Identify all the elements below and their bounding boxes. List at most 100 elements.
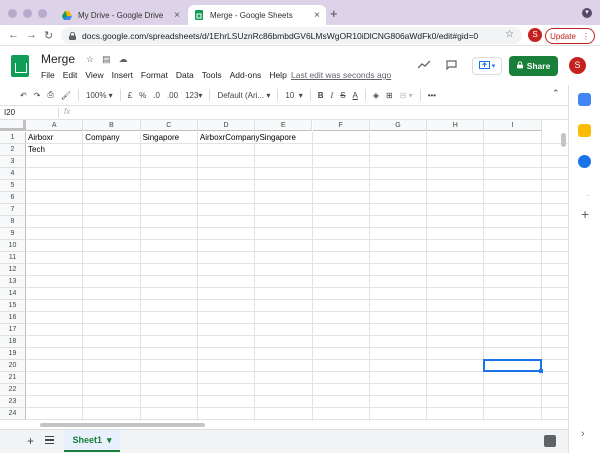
row-header-22[interactable]: 22: [0, 384, 26, 396]
cell-a1[interactable]: Airboxr: [26, 132, 53, 144]
name-box[interactable]: I20: [4, 108, 15, 117]
chevron-down-icon[interactable]: ▾: [107, 435, 112, 446]
currency-format-button[interactable]: £: [128, 91, 132, 100]
row-header-11[interactable]: 11: [0, 252, 26, 264]
text-color-button[interactable]: A: [353, 91, 358, 100]
row-header-3[interactable]: 3: [0, 156, 26, 168]
bold-button[interactable]: B: [318, 91, 324, 100]
selected-cell[interactable]: [483, 359, 543, 373]
sheets-logo-icon[interactable]: [11, 55, 29, 77]
scroll-thumb[interactable]: [561, 133, 566, 147]
row-header-24[interactable]: 24: [0, 408, 26, 420]
star-icon[interactable]: ☆: [86, 54, 94, 65]
row-header-10[interactable]: 10: [0, 240, 26, 252]
row-header-23[interactable]: 23: [0, 396, 26, 408]
update-button[interactable]: Update ⋮: [545, 28, 595, 44]
keep-icon[interactable]: [578, 124, 591, 137]
cell-d1[interactable]: AirboxrCompanySingapore: [198, 132, 296, 144]
spreadsheet-grid[interactable]: A B C D E F G H I 1 2 3 4 5 6 7 8 9 10 11 12 13 14 15 16 17 18 19 20…: [0, 120, 568, 421]
close-window-button[interactable]: [8, 9, 17, 18]
menu-edit[interactable]: Edit: [63, 70, 78, 80]
last-edit-link[interactable]: Last edit was seconds ago: [291, 70, 391, 80]
formula-input[interactable]: [80, 107, 560, 118]
row-header-13[interactable]: 13: [0, 276, 26, 288]
scroll-thumb[interactable]: [40, 423, 205, 427]
select-all-corner[interactable]: [0, 120, 26, 131]
bookmark-star-icon[interactable]: ☆: [505, 29, 514, 40]
row-header-5[interactable]: 5: [0, 180, 26, 192]
print-icon[interactable]: ⎙: [47, 90, 53, 100]
cell-a2[interactable]: Tech: [26, 144, 45, 156]
row-header-8[interactable]: 8: [0, 216, 26, 228]
back-icon[interactable]: ←: [8, 29, 19, 41]
vertical-scrollbar[interactable]: [560, 131, 568, 419]
column-header-b[interactable]: B: [83, 120, 141, 131]
row-header-7[interactable]: 7: [0, 204, 26, 216]
borders-icon[interactable]: ⊞: [386, 91, 393, 100]
menu-data[interactable]: Data: [176, 70, 194, 80]
column-header-d[interactable]: D: [197, 120, 256, 131]
font-size-select[interactable]: 10 ▾: [285, 91, 302, 100]
column-header-i[interactable]: I: [484, 120, 542, 131]
more-formats-select[interactable]: 123▾: [185, 91, 202, 100]
menu-view[interactable]: View: [85, 70, 103, 80]
add-sheet-icon[interactable]: +: [27, 434, 34, 448]
sheet-tab[interactable]: Sheet1 ▾: [64, 430, 120, 452]
row-header-16[interactable]: 16: [0, 312, 26, 324]
row-header-15[interactable]: 15: [0, 300, 26, 312]
browser-tab-drive[interactable]: My Drive - Google Drive ×: [56, 5, 186, 25]
redo-icon[interactable]: ↷: [34, 91, 41, 100]
percent-format-button[interactable]: %: [139, 91, 146, 100]
menu-file[interactable]: File: [41, 70, 55, 80]
address-bar[interactable]: docs.google.com/spreadsheets/d/1EhrLSUzn…: [61, 27, 522, 44]
collapse-toolbar-icon[interactable]: ⌃: [552, 88, 560, 99]
calendar-icon[interactable]: [578, 93, 591, 106]
menu-insert[interactable]: Insert: [112, 70, 133, 80]
row-header-19[interactable]: 19: [0, 348, 26, 360]
profile-avatar[interactable]: S: [528, 28, 542, 42]
column-header-f[interactable]: F: [312, 120, 370, 131]
menu-addons[interactable]: Add-ons: [230, 70, 262, 80]
reload-icon[interactable]: ↻: [44, 29, 53, 42]
menu-format[interactable]: Format: [141, 70, 168, 80]
row-header-20[interactable]: 20: [0, 360, 26, 372]
activity-trend-icon[interactable]: [417, 60, 431, 72]
row-header-4[interactable]: 4: [0, 168, 26, 180]
column-header-a[interactable]: A: [26, 120, 84, 131]
cell-b1[interactable]: Company: [83, 132, 119, 144]
row-header-6[interactable]: 6: [0, 192, 26, 204]
merge-cells-icon[interactable]: ⊟ ▾: [400, 91, 413, 100]
row-header-12[interactable]: 12: [0, 264, 26, 276]
comments-icon[interactable]: [446, 60, 457, 73]
minimize-window-button[interactable]: [23, 9, 32, 18]
horizontal-scrollbar[interactable]: [0, 421, 568, 429]
column-header-g[interactable]: G: [369, 120, 428, 131]
zoom-select[interactable]: 100% ▾: [86, 91, 113, 100]
column-header-e[interactable]: E: [255, 120, 313, 131]
more-toolbar-icon[interactable]: •••: [428, 91, 436, 100]
cell-c1[interactable]: Singapore: [141, 132, 179, 144]
user-avatar[interactable]: S: [569, 57, 586, 74]
tasks-icon[interactable]: [578, 155, 591, 168]
paint-format-icon[interactable]: 🖌: [61, 91, 71, 100]
move-folder-icon[interactable]: ▤: [102, 54, 111, 65]
row-header-14[interactable]: 14: [0, 288, 26, 300]
row-header-21[interactable]: 21: [0, 372, 26, 384]
new-tab-icon[interactable]: +: [330, 6, 338, 21]
close-tab-icon[interactable]: ×: [174, 10, 180, 21]
close-tab-icon[interactable]: ×: [314, 10, 320, 21]
cloud-status-icon[interactable]: ☁: [119, 54, 128, 65]
maximize-window-button[interactable]: [38, 9, 47, 18]
column-header-c[interactable]: C: [140, 120, 198, 131]
tab-search-icon[interactable]: ▾: [582, 8, 592, 18]
strikethrough-button[interactable]: S: [340, 91, 345, 100]
fill-color-icon[interactable]: ◈: [373, 91, 379, 100]
browser-tab-sheets[interactable]: Merge - Google Sheets ×: [188, 5, 326, 25]
row-header-18[interactable]: 18: [0, 336, 26, 348]
all-sheets-icon[interactable]: [45, 436, 54, 444]
get-addons-icon[interactable]: +: [581, 206, 589, 222]
row-header-9[interactable]: 9: [0, 228, 26, 240]
decrease-decimals-button[interactable]: .0: [153, 91, 160, 100]
explore-icon[interactable]: [544, 435, 556, 447]
menu-help[interactable]: Help: [269, 70, 286, 80]
